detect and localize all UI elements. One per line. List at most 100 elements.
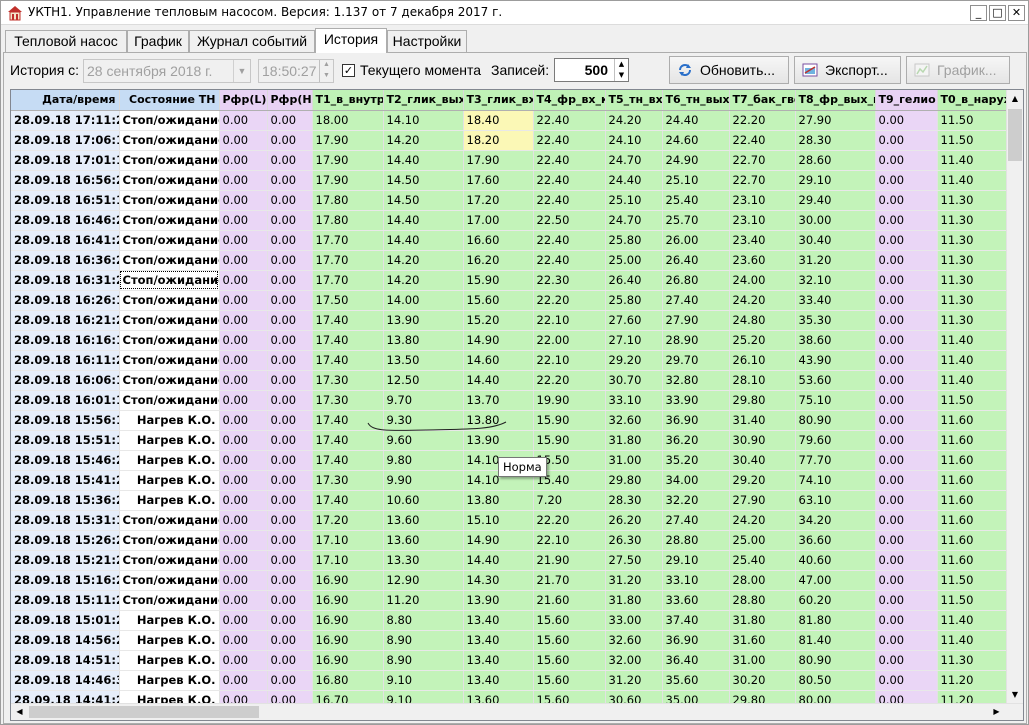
datetime-cell: 28.09.18 14:56:20 bbox=[11, 630, 120, 651]
value-cell: 31.80 bbox=[729, 610, 796, 631]
current-moment-checkbox[interactable]: ✓ bbox=[342, 64, 355, 77]
table-row[interactable]: 28.09.18 16:56:21Стоп/ожидание0.000.0017… bbox=[11, 170, 1008, 191]
date-picker[interactable]: 28 сентября 2018 г. ▼ bbox=[83, 59, 251, 83]
chart-button[interactable]: График... bbox=[906, 56, 1010, 84]
scroll-down-icon[interactable]: ▼ bbox=[1007, 686, 1023, 703]
column-header[interactable]: Т8_фр_вых_к bbox=[795, 90, 876, 111]
table-row[interactable]: 28.09.18 15:16:28Стоп/ожидание0.000.0016… bbox=[11, 570, 1008, 591]
column-header[interactable]: Т9_гелио bbox=[875, 90, 938, 111]
table-row[interactable]: 28.09.18 16:31:20Стоп/ожидание0.000.0017… bbox=[11, 270, 1008, 291]
minimize-button[interactable]: _ bbox=[970, 5, 987, 21]
horizontal-scrollbar[interactable]: ◀ ▶ bbox=[11, 703, 1023, 720]
tab-history[interactable]: История bbox=[315, 28, 387, 53]
table-row[interactable]: 28.09.18 16:41:20Стоп/ожидание0.000.0017… bbox=[11, 230, 1008, 251]
records-spin-up-icon[interactable]: ▲ bbox=[614, 59, 628, 70]
column-header[interactable]: Рфр(H) bbox=[267, 90, 313, 111]
value-cell: 16.90 bbox=[312, 650, 384, 671]
refresh-button[interactable]: Обновить... bbox=[669, 56, 789, 84]
tab-chart[interactable]: График bbox=[127, 30, 189, 52]
chart-label: График... bbox=[937, 62, 997, 78]
value-cell: 0.00 bbox=[875, 290, 938, 311]
table-row[interactable]: 28.09.18 14:56:20Нагрев К.О.0.000.0016.9… bbox=[11, 630, 1008, 651]
tab-heat-pump[interactable]: Тепловой насос bbox=[5, 30, 127, 52]
column-header[interactable]: Т5_тн_вх bbox=[605, 90, 663, 111]
scroll-left-icon[interactable]: ◀ bbox=[11, 704, 28, 720]
value-cell: 14.90 bbox=[463, 530, 534, 551]
table-row[interactable]: 28.09.18 17:06:19Стоп/ожидание0.000.0017… bbox=[11, 130, 1008, 151]
records-spin-down-icon[interactable]: ▼ bbox=[614, 70, 628, 81]
history-table: Дата/времяСостояние ТНРфр(L)Рфр(H)Т1_в_в… bbox=[11, 90, 1008, 711]
value-cell: 21.90 bbox=[533, 550, 606, 571]
table-row[interactable]: 28.09.18 16:51:19Стоп/ожидание0.000.0017… bbox=[11, 190, 1008, 211]
table-row[interactable]: 28.09.18 15:51:19Нагрев К.О.0.000.0017.4… bbox=[11, 430, 1008, 451]
value-cell: 0.00 bbox=[219, 410, 268, 431]
column-header[interactable]: Т1_в_внутр bbox=[312, 90, 384, 111]
column-header[interactable]: Т0_в_наруж bbox=[937, 90, 1008, 111]
value-cell: 17.40 bbox=[312, 410, 384, 431]
value-cell: 37.40 bbox=[662, 610, 730, 631]
spin-down-icon[interactable]: ▼ bbox=[319, 71, 333, 82]
column-header[interactable]: Дата/время bbox=[11, 90, 120, 111]
value-cell: 17.70 bbox=[312, 270, 384, 291]
table-row[interactable]: 28.09.18 17:11:20Стоп/ожидание0.000.0018… bbox=[11, 110, 1008, 131]
export-button[interactable]: Экспорт... bbox=[794, 56, 901, 84]
value-cell: 27.90 bbox=[662, 310, 730, 331]
value-cell: 29.70 bbox=[662, 350, 730, 371]
value-cell: 0.00 bbox=[267, 230, 313, 251]
column-header[interactable]: Т7_бак_гвс bbox=[729, 90, 796, 111]
table-row[interactable]: 28.09.18 16:06:19Стоп/ожидание0.000.0017… bbox=[11, 370, 1008, 391]
column-header[interactable]: Т6_тн_вых bbox=[662, 90, 730, 111]
current-moment-label: Текущего момента bbox=[360, 62, 482, 78]
table-row[interactable]: 28.09.18 15:26:29Стоп/ожидание0.000.0017… bbox=[11, 530, 1008, 551]
table-row[interactable]: 28.09.18 16:46:25Стоп/ожидание0.000.0017… bbox=[11, 210, 1008, 231]
value-cell: 11.40 bbox=[937, 370, 1008, 391]
table-row[interactable]: 28.09.18 15:56:19Нагрев К.О.0.000.0017.4… bbox=[11, 410, 1008, 431]
table-row[interactable]: 28.09.18 16:26:19Стоп/ожидание0.000.0017… bbox=[11, 290, 1008, 311]
value-cell: 31.40 bbox=[729, 410, 796, 431]
table-row[interactable]: 28.09.18 15:36:20Нагрев К.О.0.000.0017.4… bbox=[11, 490, 1008, 511]
value-cell: 11.30 bbox=[937, 210, 1008, 231]
scroll-up-icon[interactable]: ▲ bbox=[1007, 90, 1023, 107]
table-row[interactable]: 28.09.18 15:31:19Стоп/ожидание0.000.0017… bbox=[11, 510, 1008, 531]
table-row[interactable]: 28.09.18 15:21:20Стоп/ожидание0.000.0017… bbox=[11, 550, 1008, 571]
scroll-right-icon[interactable]: ▶ bbox=[988, 704, 1005, 720]
history-grid[interactable]: Дата/времяСостояние ТНРфр(L)Рфр(H)Т1_в_в… bbox=[10, 89, 1024, 721]
value-cell: 11.30 bbox=[937, 290, 1008, 311]
chevron-down-icon[interactable]: ▼ bbox=[233, 60, 250, 82]
maximize-button[interactable]: □ bbox=[989, 5, 1006, 21]
value-cell: 26.10 bbox=[729, 350, 796, 371]
tab-event-log[interactable]: Журнал событий bbox=[189, 30, 315, 52]
status-cell: Стоп/ожидание bbox=[119, 590, 220, 611]
value-cell: 0.00 bbox=[875, 350, 938, 371]
table-row[interactable]: 28.09.18 16:11:20Стоп/ожидание0.000.0017… bbox=[11, 350, 1008, 371]
close-button[interactable]: ✕ bbox=[1008, 5, 1025, 21]
table-row[interactable]: 28.09.18 17:01:19Стоп/ожидание0.000.0017… bbox=[11, 150, 1008, 171]
value-cell: 32.80 bbox=[662, 370, 730, 391]
table-row[interactable]: 28.09.18 14:51:19Нагрев К.О.0.000.0016.9… bbox=[11, 650, 1008, 671]
column-header[interactable]: Т2_глик_вых bbox=[383, 90, 464, 111]
vertical-scrollbar[interactable]: ▲ ▼ bbox=[1006, 90, 1023, 703]
value-cell: 14.40 bbox=[463, 550, 534, 571]
time-picker[interactable]: 18:50:27 ▲ ▼ bbox=[258, 59, 334, 83]
column-header[interactable]: Состояние ТН bbox=[119, 90, 220, 111]
value-cell: 13.60 bbox=[383, 510, 464, 531]
spin-up-icon[interactable]: ▲ bbox=[319, 60, 333, 71]
value-cell: 17.40 bbox=[312, 310, 384, 331]
value-cell: 30.40 bbox=[729, 450, 796, 471]
hscroll-thumb[interactable] bbox=[29, 706, 259, 718]
column-header[interactable]: Т3_глик_вх bbox=[463, 90, 534, 111]
column-header[interactable]: Рфр(L) bbox=[219, 90, 268, 111]
table-row[interactable]: 28.09.18 16:36:26Стоп/ожидание0.000.0017… bbox=[11, 250, 1008, 271]
table-row[interactable]: 28.09.18 15:11:20Стоп/ожидание0.000.0016… bbox=[11, 590, 1008, 611]
table-row[interactable]: 28.09.18 14:46:33Нагрев К.О.0.000.0016.8… bbox=[11, 670, 1008, 691]
datetime-cell: 28.09.18 16:51:19 bbox=[11, 190, 120, 211]
scroll-thumb[interactable] bbox=[1008, 109, 1022, 161]
table-row[interactable]: 28.09.18 16:01:19Стоп/ожидание0.000.0017… bbox=[11, 390, 1008, 411]
table-row[interactable]: 28.09.18 16:21:20Стоп/ожидание0.000.0017… bbox=[11, 310, 1008, 331]
table-row[interactable]: 28.09.18 15:01:23Нагрев К.О.0.000.0016.9… bbox=[11, 610, 1008, 631]
tab-settings[interactable]: Настройки bbox=[387, 30, 467, 52]
table-row[interactable]: 28.09.18 16:16:19Стоп/ожидание0.000.0017… bbox=[11, 330, 1008, 351]
value-cell: 13.80 bbox=[463, 490, 534, 511]
column-header[interactable]: Т4_фр_вх_к bbox=[533, 90, 606, 111]
value-cell: 0.00 bbox=[875, 530, 938, 551]
